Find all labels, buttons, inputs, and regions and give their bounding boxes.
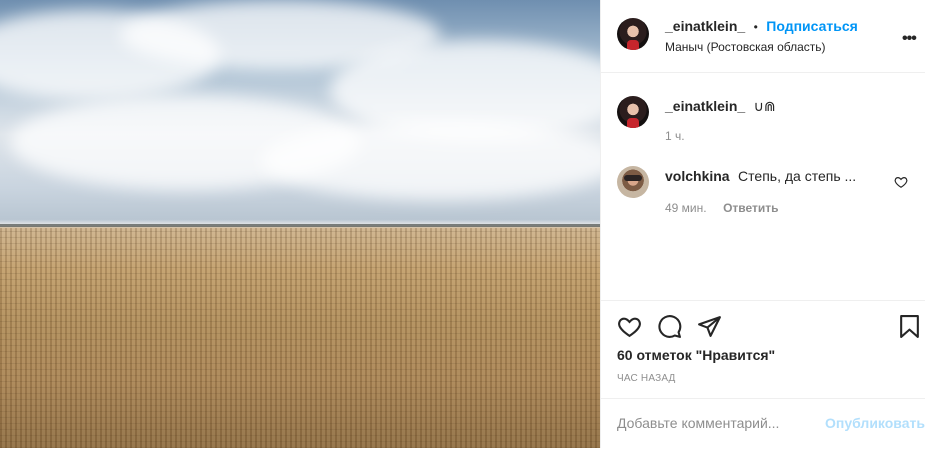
avatar[interactable] [617,18,649,50]
avatar[interactable] [617,96,649,128]
comment-icon[interactable] [657,314,682,339]
add-comment-bar: Добавьте комментарий... Опубликовать [601,398,925,449]
share-icon[interactable] [697,314,722,339]
location-link[interactable]: Маныч (Ростовская область) [665,40,826,54]
publish-button[interactable]: Опубликовать [825,415,925,431]
caption-text: ∪⋒ [753,98,776,114]
avatar[interactable] [617,166,649,198]
comment-input[interactable]: Добавьте комментарий... [617,415,779,431]
header-line: _einatklein_ • Подписаться [665,18,858,36]
actions-divider [601,300,925,302]
field-texture [0,228,600,448]
comment-text: Степь, да степь ... [738,168,857,184]
post-header: _einatklein_ • Подписаться Маныч (Ростов… [601,0,925,73]
comment-username[interactable]: volchkina [665,168,730,184]
post-age[interactable]: ЧАС НАЗАД [617,373,676,384]
author-username[interactable]: _einatklein_ [665,18,745,34]
likes-count[interactable]: 60 отметок "Нравится" [617,347,775,363]
reply-button[interactable]: Ответить [723,201,778,215]
cloud [260,120,600,200]
like-comment-heart-icon[interactable] [894,175,908,189]
follow-button[interactable]: Подписаться [766,18,858,34]
more-options-icon[interactable]: ••• [902,30,917,48]
caption-username[interactable]: _einatklein_ [665,98,745,114]
horizon-line [0,224,600,227]
heart-icon[interactable] [617,314,642,339]
comment-time[interactable]: 49 мин. [665,201,707,215]
post-panel: _einatklein_ • Подписаться Маныч (Ростов… [600,0,925,448]
post-photo [0,0,600,448]
comment: volchkina Степь, да степь ... [665,168,856,186]
caption: _einatklein_ ∪⋒ [665,98,776,116]
separator-dot: • [753,20,758,34]
bookmark-icon[interactable] [897,314,922,339]
caption-time[interactable]: 1 ч. [665,129,685,143]
comment-meta: 49 мин. Ответить [665,199,779,217]
